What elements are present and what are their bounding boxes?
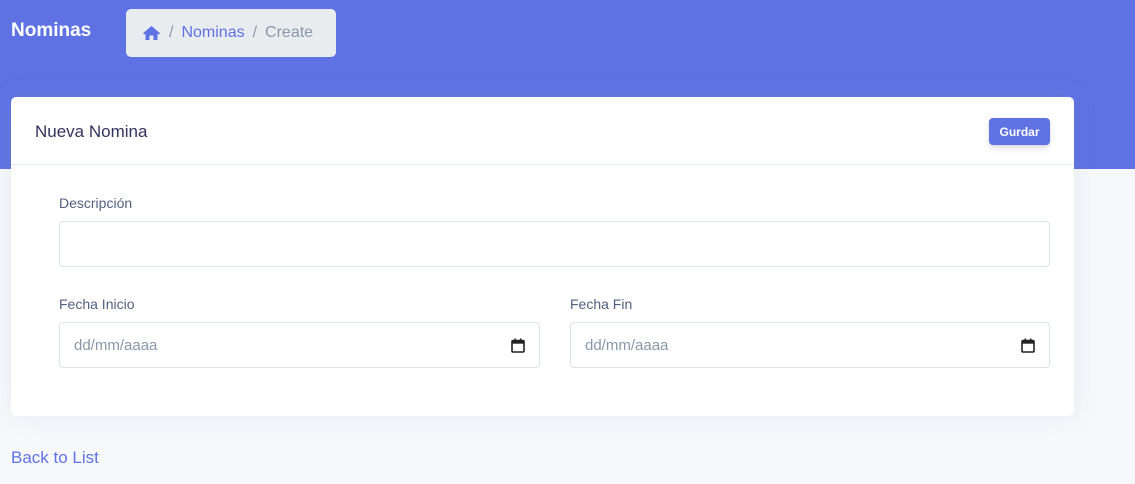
breadcrumb-item-create: Create [265, 24, 314, 41]
save-button[interactable]: Gurdar [989, 118, 1050, 145]
calendar-icon[interactable] [1021, 338, 1035, 353]
descripcion-input[interactable] [59, 221, 1050, 267]
fecha-inicio-placeholder: dd/mm/aaaa [74, 336, 158, 354]
breadcrumb-separator: / [169, 24, 174, 41]
back-to-list-link[interactable]: Back to List [11, 448, 99, 468]
card-header: Nueva Nomina Gurdar [11, 97, 1074, 165]
fecha-fin-input[interactable]: dd/mm/aaaa [570, 322, 1050, 368]
page-title: Nominas [11, 20, 92, 41]
breadcrumb-separator: / [252, 24, 258, 41]
fecha-fin-placeholder: dd/mm/aaaa [585, 336, 669, 354]
descripcion-label: Descripción [59, 195, 133, 211]
form-card: Nueva Nomina Gurdar Descripción Fecha In… [11, 97, 1074, 416]
card-title: Nueva Nomina [35, 122, 148, 141]
calendar-icon[interactable] [511, 338, 525, 353]
home-icon[interactable] [142, 25, 161, 41]
fecha-inicio-label: Fecha Inicio [59, 296, 135, 312]
fecha-inicio-input[interactable]: dd/mm/aaaa [59, 322, 540, 368]
breadcrumb: / Nominas / Create [126, 9, 336, 57]
breadcrumb-item-nominas[interactable]: Nominas [181, 24, 244, 42]
fecha-fin-label: Fecha Fin [570, 296, 633, 312]
